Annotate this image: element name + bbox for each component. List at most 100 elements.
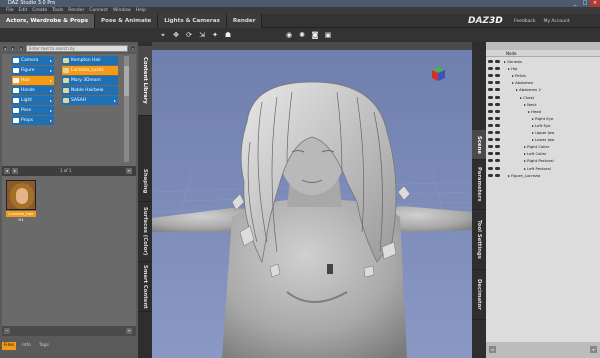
- my-account-link[interactable]: My Account: [543, 19, 569, 24]
- scene-menu-button[interactable]: ≡: [489, 346, 496, 353]
- view-cube-icon[interactable]: [430, 66, 446, 82]
- feedback-link[interactable]: Feedback: [514, 19, 535, 24]
- scene-node-row[interactable]: ▸ Genesis: [486, 58, 600, 65]
- scene-node-row[interactable]: ▸ Head: [486, 108, 600, 115]
- content-item-label[interactable]: Lucrezia_Hair H1: [6, 211, 36, 222]
- lock-eye-icon[interactable]: [495, 131, 500, 134]
- scene-node-row[interactable]: ▸ Right Pectoral: [486, 157, 600, 164]
- zoom-out-button[interactable]: −: [4, 328, 10, 334]
- scene-node-row[interactable]: ▸ Hip: [486, 65, 600, 72]
- menu-window[interactable]: Window: [113, 7, 131, 14]
- tab-lights-cameras[interactable]: Lights & Cameras: [158, 14, 227, 28]
- tab-scene[interactable]: Scene: [472, 130, 486, 160]
- close-icon[interactable]: ×: [590, 0, 600, 7]
- scene-node-row[interactable]: ▸ Right Collar: [486, 143, 600, 150]
- lock-eye-icon[interactable]: [495, 173, 500, 177]
- lock-eye-icon[interactable]: [495, 88, 500, 92]
- tab-tags[interactable]: Tags: [37, 342, 51, 350]
- lock-eye-icon[interactable]: [495, 152, 500, 156]
- lock-eye-icon[interactable]: [495, 123, 500, 127]
- search-input[interactable]: Enter text to search by: [26, 44, 128, 52]
- menu-tools[interactable]: Tools: [52, 7, 63, 14]
- scale-icon[interactable]: ⇲: [197, 30, 207, 40]
- subcategory-item[interactable]: Mary 3Dream: [62, 76, 118, 85]
- forward-icon[interactable]: ▸: [10, 45, 16, 51]
- scene-node-row[interactable]: ▸ Abdomen: [486, 79, 600, 86]
- scene-options-button[interactable]: ▾: [590, 346, 597, 353]
- home-icon[interactable]: ⌂: [18, 45, 24, 51]
- visibility-eye-icon[interactable]: [488, 159, 493, 163]
- menu-connect[interactable]: Connect: [89, 7, 108, 14]
- 3d-viewport[interactable]: [152, 42, 472, 358]
- scene-node-row[interactable]: ▸ Left Collar: [486, 150, 600, 157]
- lock-eye-icon[interactable]: [495, 145, 500, 149]
- visibility-eye-icon[interactable]: [488, 166, 493, 170]
- scene-node-row[interactable]: ▸ Left Pectoral: [486, 165, 600, 172]
- lock-eye-icon[interactable]: [495, 138, 500, 142]
- lock-eye-icon[interactable]: [495, 166, 500, 170]
- lock-eye-icon[interactable]: [495, 116, 500, 120]
- menu-edit[interactable]: Edit: [19, 7, 28, 14]
- universal-icon[interactable]: ✦: [210, 30, 220, 40]
- visibility-eye-icon[interactable]: [488, 131, 493, 134]
- visibility-eye-icon[interactable]: [488, 123, 493, 127]
- search-icon[interactable]: ⌕: [130, 45, 136, 51]
- lock-eye-icon[interactable]: [495, 74, 500, 78]
- tab-content-library[interactable]: Content Library: [138, 46, 152, 116]
- tab-pose-animate[interactable]: Pose & Animate: [95, 14, 159, 28]
- menu-help[interactable]: Help: [136, 7, 146, 14]
- category-scrollbar[interactable]: [124, 56, 129, 162]
- scene-node-row[interactable]: ▸ Figure_Lucrezia: [486, 172, 600, 179]
- category-pose[interactable]: Pose ▸: [12, 106, 54, 115]
- visibility-eye-icon[interactable]: [488, 109, 493, 113]
- back-icon[interactable]: ◂: [2, 45, 8, 51]
- zoom-in-button[interactable]: +: [126, 328, 132, 334]
- scene-node-row[interactable]: ▸ Left Eye: [486, 122, 600, 129]
- lock-eye-icon[interactable]: [495, 60, 500, 63]
- visibility-eye-icon[interactable]: [488, 88, 493, 92]
- tab-shaping[interactable]: Shaping: [138, 162, 152, 202]
- menu-create[interactable]: Create: [32, 7, 47, 14]
- scene-node-row[interactable]: ▸ Lower Jaw: [486, 136, 600, 143]
- lock-eye-icon[interactable]: [495, 109, 500, 113]
- view-options-button[interactable]: ≡: [126, 168, 132, 174]
- tab-surfaces[interactable]: Surfaces (Color): [138, 202, 152, 262]
- tab-parameters[interactable]: Parameters: [472, 160, 486, 210]
- tab-tool-settings[interactable]: Tool Settings: [472, 210, 486, 270]
- rotate-icon[interactable]: ⟳: [184, 30, 194, 40]
- tab-decimator[interactable]: Decimator: [472, 270, 486, 320]
- subcategory-item[interactable]: Lucrezia_Locks: [62, 66, 118, 75]
- visibility-eye-icon[interactable]: [488, 102, 493, 106]
- visibility-eye-icon[interactable]: [488, 152, 493, 156]
- scene-node-row[interactable]: ▸ Neck: [486, 101, 600, 108]
- category-hands[interactable]: Hands ▸: [12, 86, 54, 95]
- lock-eye-icon[interactable]: [495, 159, 500, 163]
- tab-info[interactable]: Info: [20, 342, 33, 350]
- visibility-eye-icon[interactable]: [488, 74, 493, 78]
- lock-eye-icon[interactable]: [495, 67, 500, 71]
- scene-node-row[interactable]: ▸ Pelvis: [486, 72, 600, 79]
- select-icon[interactable]: ⌖: [158, 30, 168, 40]
- visibility-eye-icon[interactable]: [488, 60, 493, 63]
- category-figure[interactable]: Figure ▸: [12, 66, 54, 75]
- scene-node-row[interactable]: ▸ Abdomen 2: [486, 86, 600, 93]
- subcategory-item[interactable]: Noble Hairbelo: [62, 86, 118, 95]
- visibility-eye-icon[interactable]: [488, 95, 493, 99]
- lock-eye-icon[interactable]: [495, 95, 500, 99]
- lock-eye-icon[interactable]: [495, 102, 500, 106]
- viewport-icon[interactable]: ▣: [323, 30, 333, 40]
- menu-render[interactable]: Render: [68, 7, 84, 14]
- next-page-button[interactable]: ▸: [12, 168, 18, 174]
- maximize-icon[interactable]: □: [580, 0, 590, 7]
- tab-files[interactable]: Files: [2, 342, 17, 350]
- category-hair[interactable]: Hair ▸: [12, 76, 54, 85]
- spotlight-icon[interactable]: ✺: [297, 30, 307, 40]
- tab-actors-wardrobe-props[interactable]: Actors, Wardrobe & Props: [0, 14, 96, 28]
- scrollbar-thumb[interactable]: [124, 66, 129, 96]
- node-icon[interactable]: ☗: [223, 30, 233, 40]
- visibility-eye-icon[interactable]: [488, 81, 493, 85]
- render-icon[interactable]: ◉: [284, 30, 294, 40]
- visibility-eye-icon[interactable]: [488, 173, 493, 177]
- minimize-icon[interactable]: _: [570, 0, 580, 7]
- tab-smart-content[interactable]: Smart Content: [138, 262, 152, 312]
